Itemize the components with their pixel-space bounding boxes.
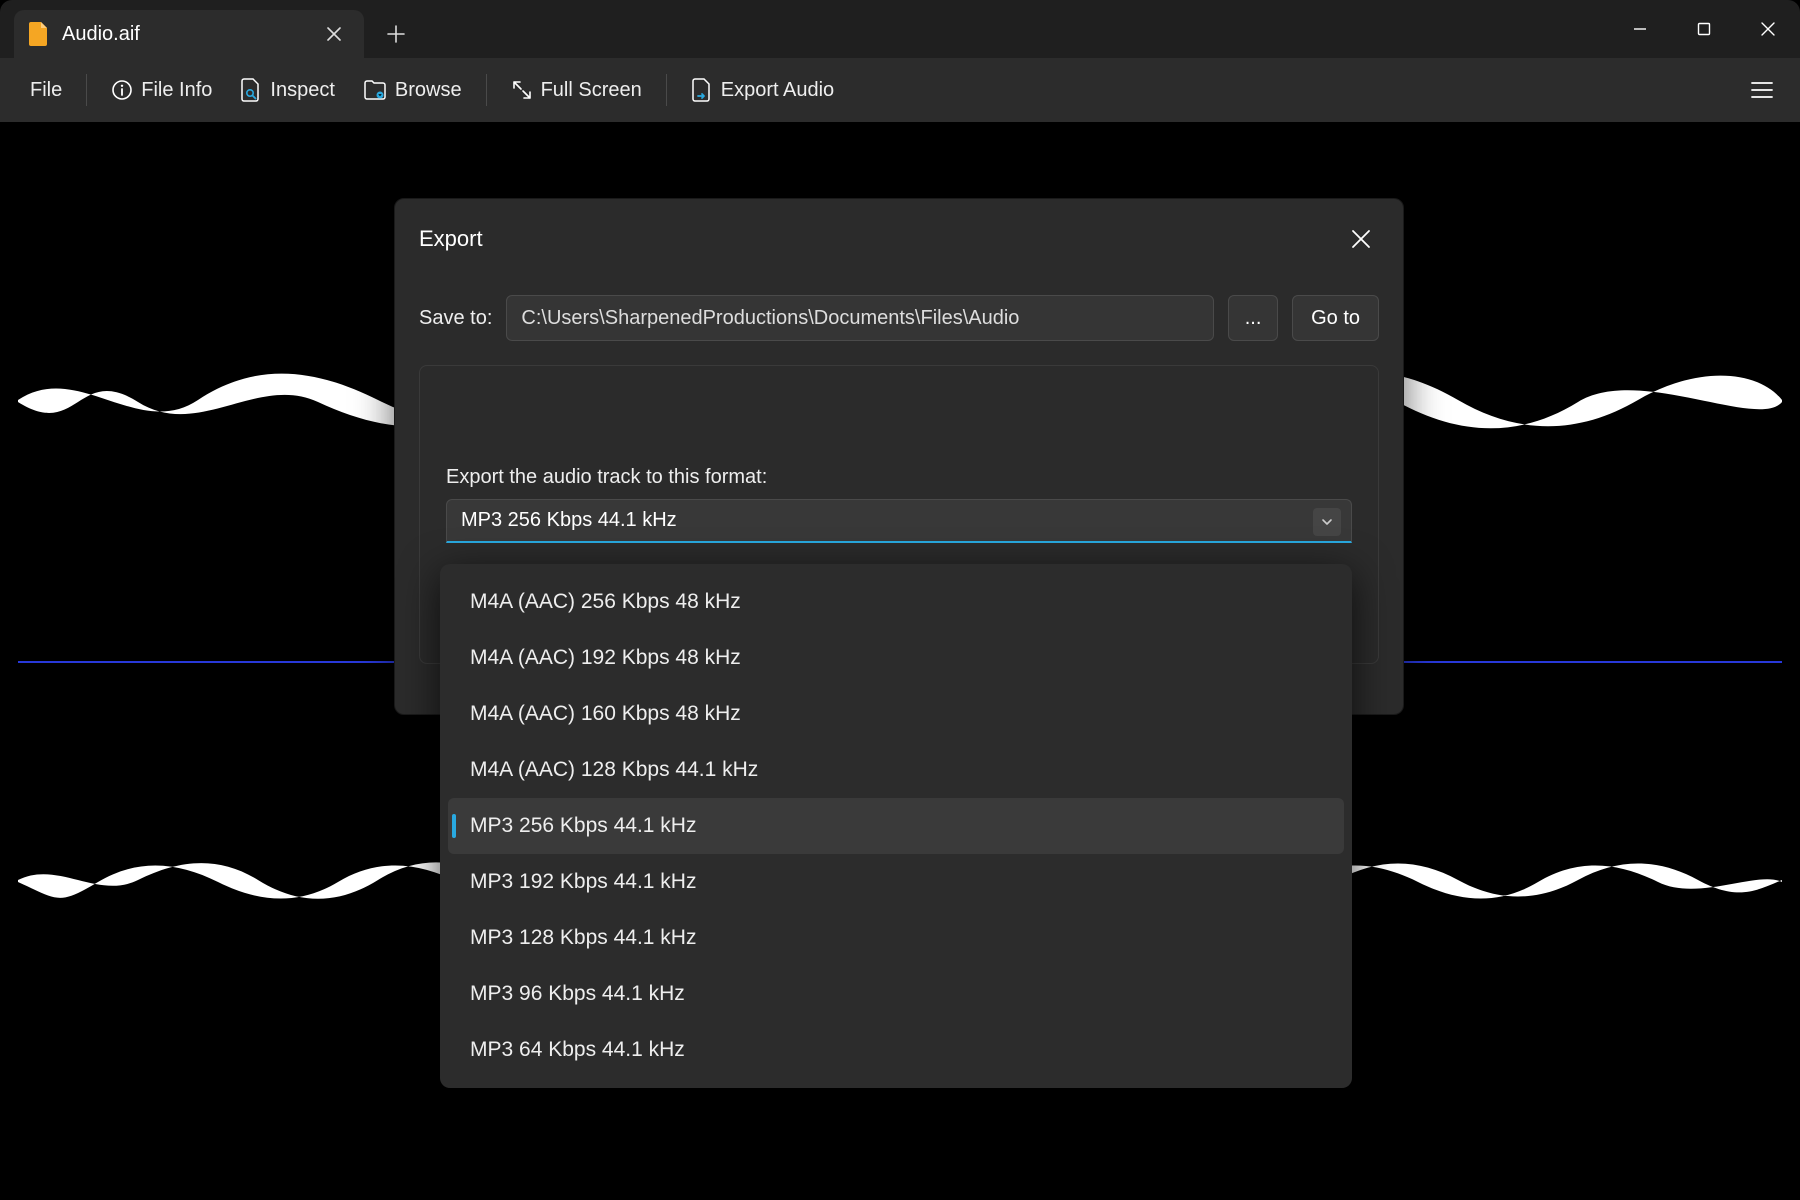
format-combobox[interactable]: MP3 256 Kbps 44.1 kHz bbox=[446, 499, 1352, 543]
browse-path-button[interactable]: ... bbox=[1228, 295, 1278, 341]
export-audio-label: Export Audio bbox=[721, 79, 834, 102]
format-option[interactable]: M4A (AAC) 192 Kbps 48 kHz bbox=[448, 630, 1344, 686]
format-option[interactable]: MP3 96 Kbps 44.1 kHz bbox=[448, 966, 1344, 1022]
file-info-label: File Info bbox=[141, 79, 212, 102]
file-info-button[interactable]: File Info bbox=[97, 71, 226, 110]
minimize-button[interactable] bbox=[1608, 0, 1672, 58]
format-option[interactable]: M4A (AAC) 160 Kbps 48 kHz bbox=[448, 686, 1344, 742]
file-menu-label: File bbox=[30, 79, 62, 102]
browse-label: Browse bbox=[395, 79, 462, 102]
file-menu[interactable]: File bbox=[16, 71, 76, 110]
format-option[interactable]: M4A (AAC) 256 Kbps 48 kHz bbox=[448, 574, 1344, 630]
new-tab-button[interactable] bbox=[372, 10, 420, 58]
export-audio-button[interactable]: Export Audio bbox=[677, 70, 848, 110]
format-option[interactable]: M4A (AAC) 128 Kbps 44.1 kHz bbox=[448, 742, 1344, 798]
document-tab[interactable]: Audio.aif bbox=[14, 10, 364, 58]
save-path-input[interactable] bbox=[506, 295, 1214, 341]
title-bar: Audio.aif bbox=[0, 0, 1800, 58]
window-controls bbox=[1608, 0, 1800, 58]
format-option[interactable]: MP3 64 Kbps 44.1 kHz bbox=[448, 1022, 1344, 1078]
app-window: Audio.aif File bbox=[0, 0, 1800, 1200]
dialog-header: Export bbox=[419, 221, 1379, 257]
dialog-close-button[interactable] bbox=[1343, 221, 1379, 257]
maximize-button[interactable] bbox=[1672, 0, 1736, 58]
fullscreen-icon bbox=[511, 79, 533, 101]
format-dropdown: M4A (AAC) 256 Kbps 48 kHzM4A (AAC) 192 K… bbox=[440, 564, 1352, 1088]
tab-close-button[interactable] bbox=[318, 18, 350, 50]
format-label: Export the audio track to this format: bbox=[446, 466, 1352, 489]
toolbar: File File Info Inspect Browse Full bbox=[0, 58, 1800, 122]
dialog-title: Export bbox=[419, 226, 483, 252]
inspect-icon bbox=[240, 78, 262, 102]
toolbar-separator bbox=[486, 74, 487, 106]
format-option[interactable]: MP3 192 Kbps 44.1 kHz bbox=[448, 854, 1344, 910]
toolbar-separator bbox=[86, 74, 87, 106]
inspect-label: Inspect bbox=[270, 79, 334, 102]
format-option[interactable]: MP3 128 Kbps 44.1 kHz bbox=[448, 910, 1344, 966]
export-icon bbox=[691, 78, 713, 102]
format-selected-value: MP3 256 Kbps 44.1 kHz bbox=[461, 509, 677, 532]
format-option[interactable]: MP3 256 Kbps 44.1 kHz bbox=[448, 798, 1344, 854]
chevron-down-icon bbox=[1313, 508, 1341, 536]
close-window-button[interactable] bbox=[1736, 0, 1800, 58]
full-screen-label: Full Screen bbox=[541, 79, 642, 102]
tab-title: Audio.aif bbox=[62, 23, 306, 46]
goto-label: Go to bbox=[1311, 307, 1360, 330]
goto-button[interactable]: Go to bbox=[1292, 295, 1379, 341]
file-icon bbox=[28, 21, 50, 47]
info-icon bbox=[111, 79, 133, 101]
browse-icon bbox=[363, 79, 387, 101]
toolbar-separator bbox=[666, 74, 667, 106]
save-to-label: Save to: bbox=[419, 307, 492, 330]
save-to-row: Save to: ... Go to bbox=[419, 295, 1379, 341]
menu-button[interactable] bbox=[1740, 68, 1784, 112]
browse-path-label: ... bbox=[1245, 307, 1262, 330]
full-screen-button[interactable]: Full Screen bbox=[497, 71, 656, 110]
browse-button[interactable]: Browse bbox=[349, 71, 476, 110]
inspect-button[interactable]: Inspect bbox=[226, 70, 348, 110]
